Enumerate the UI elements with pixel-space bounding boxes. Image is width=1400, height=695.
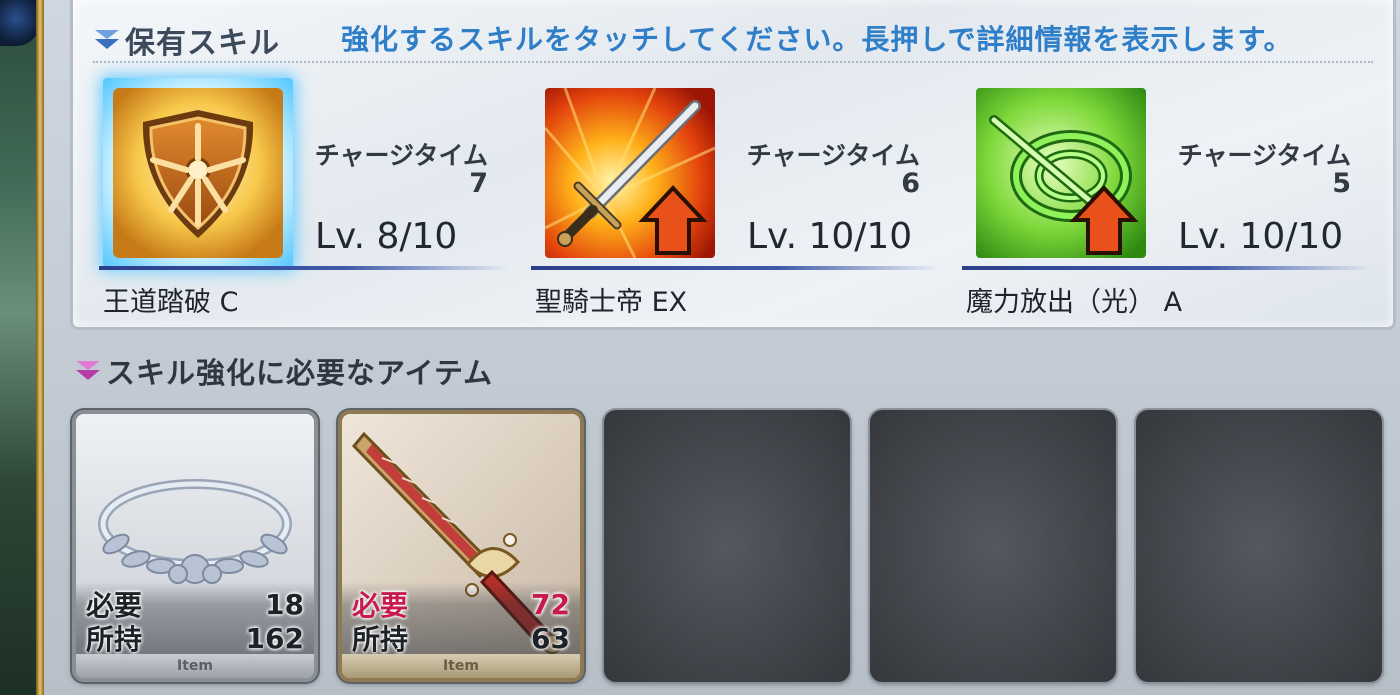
required-count: 72 xyxy=(531,587,570,621)
skill-slot-2[interactable]: チャージタイム 6 Lv. 10/10 聖騎士帝 EX xyxy=(531,78,945,318)
double-chevron-down-icon xyxy=(95,30,119,49)
double-chevron-down-icon xyxy=(76,361,100,380)
skill-underline xyxy=(99,266,509,270)
skill-level: Lv. 10/10 xyxy=(747,216,913,257)
owned-skills-panel: 保有スキル 強化するスキルをタッチしてください。長押しで詳細情報を表示します。 xyxy=(70,0,1396,330)
charge-time-label: チャージタイム xyxy=(1177,141,1351,170)
required-count: 18 xyxy=(265,587,304,621)
owned-count: 63 xyxy=(531,621,570,655)
item-footer-label: Item xyxy=(342,654,580,678)
empty-item-slot xyxy=(604,410,850,682)
owned-row: 所持 63 xyxy=(352,620,570,657)
owned-skills-header: 保有スキル xyxy=(93,18,280,62)
skill-underline xyxy=(962,266,1372,270)
owned-label: 所持 xyxy=(352,623,409,656)
charge-time-label: チャージタイム xyxy=(314,141,488,170)
owned-skills-title: 保有スキル xyxy=(125,26,280,61)
skill-name: 魔力放出（光） A xyxy=(966,287,1183,318)
skill-name: 王道踏破 C xyxy=(103,287,239,318)
header-divider xyxy=(93,61,1373,63)
shield-icon xyxy=(113,88,283,258)
skill-underline xyxy=(531,266,941,270)
charge-time-value: 6 xyxy=(901,168,920,199)
skill-slot-1[interactable]: チャージタイム 7 Lv. 8/10 王道踏破 C xyxy=(99,78,513,318)
gold-frame-edge xyxy=(36,0,44,695)
skill-slot-3[interactable]: チャージタイム 5 Lv. 10/10 魔力放出（光） A xyxy=(962,78,1376,318)
skill-level: Lv. 8/10 xyxy=(315,216,458,257)
required-row: 必要 18 xyxy=(86,586,304,623)
item-footer-label: Item xyxy=(76,654,314,678)
owned-row: 所持 162 xyxy=(86,620,304,657)
empty-item-slot xyxy=(870,410,1116,682)
skill-icon-frame[interactable] xyxy=(966,78,1156,268)
skill-touch-hint: 強化するスキルをタッチしてください。長押しで詳細情報を表示します。 xyxy=(341,23,1293,56)
skill-icon-frame[interactable] xyxy=(103,78,293,268)
required-items-header: スキル強化に必要なアイテム xyxy=(74,350,493,392)
charge-time-value: 5 xyxy=(1332,168,1351,199)
charge-time-label: チャージタイム xyxy=(746,141,920,170)
sword-up-icon xyxy=(545,88,715,258)
light-ring-up-icon xyxy=(976,88,1146,258)
required-items-title: スキル強化に必要なアイテム xyxy=(106,356,494,390)
owned-label: 所持 xyxy=(86,623,143,656)
required-row: 必要 72 xyxy=(352,586,570,623)
empty-item-slot xyxy=(1136,410,1382,682)
item-slot-1[interactable]: 必要 18 所持 162 Item xyxy=(72,410,318,682)
skill-level: Lv. 10/10 xyxy=(1178,216,1344,257)
owned-count: 162 xyxy=(245,621,304,655)
skill-icon-frame[interactable] xyxy=(535,78,725,268)
item-slot-2[interactable]: 必要 72 所持 63 Item xyxy=(338,410,584,682)
charge-time-value: 7 xyxy=(469,168,488,199)
skill-name: 聖騎士帝 EX xyxy=(535,287,688,318)
